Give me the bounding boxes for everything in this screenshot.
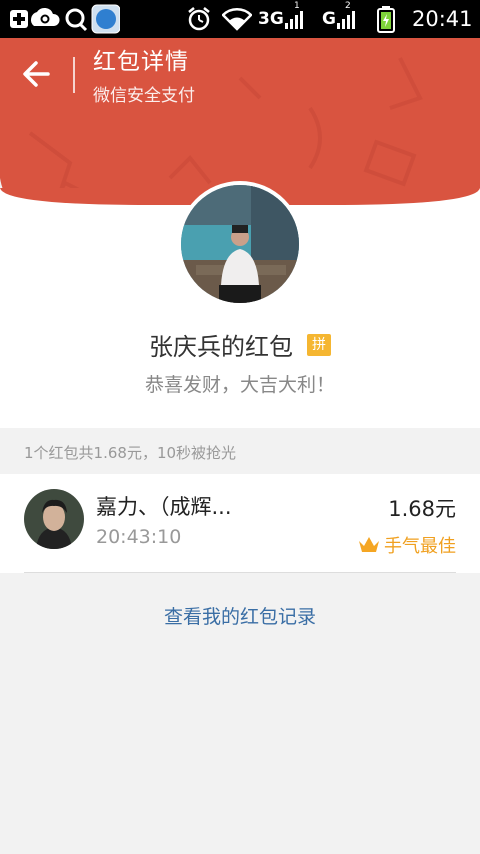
page-subtitle: 微信安全支付 [93,86,195,106]
network-type-1: 3G [258,9,284,29]
status-bar: 3G 1 G 2 20:41 [0,0,480,38]
receiver-name: 嘉力、（成辉... [96,495,232,519]
view-history-link[interactable]: 查看我的红包记录 [0,602,480,629]
packet-summary: 1个红包共1.68元，10秒被抢光 [24,444,237,462]
wifi-icon [222,0,252,38]
list-item[interactable]: 嘉力、（成辉... 20:43:10 1.68元 手气最佳 [0,474,480,573]
notification-icons [8,0,120,38]
sim1-tag: 1 [294,1,300,11]
sender-name: 张庆兵的红包 [149,333,293,361]
receive-time: 20:43:10 [96,526,182,548]
alarm-icon [186,0,212,38]
best-luck-tag: 手气最佳 [358,532,456,558]
signal-bars-icon [336,11,355,29]
status-time: 20:41 [412,7,473,31]
receiver-avatar [24,489,84,549]
crown-icon [359,537,379,552]
arrow-left-icon [23,61,50,87]
signal-sim2: G [322,0,356,38]
sender-avatar[interactable] [181,185,299,303]
pin-badge: 拼 [307,333,331,356]
row-divider [24,572,456,573]
received-amount: 1.68元 [388,497,456,521]
network-type-2: G [322,9,336,29]
notification-tray-icon [10,4,120,34]
sender-row: 张庆兵的红包拼 [0,327,480,362]
battery-icon [376,0,396,38]
page-title: 红包详情 [93,49,189,75]
best-luck-label: 手气最佳 [384,536,456,557]
greeting-text: 恭喜发财，大吉大利！ [144,374,335,396]
signal-bars-icon [284,11,303,29]
back-button[interactable] [20,56,56,92]
sim2-tag: 2 [345,1,351,11]
header-divider [73,57,75,93]
